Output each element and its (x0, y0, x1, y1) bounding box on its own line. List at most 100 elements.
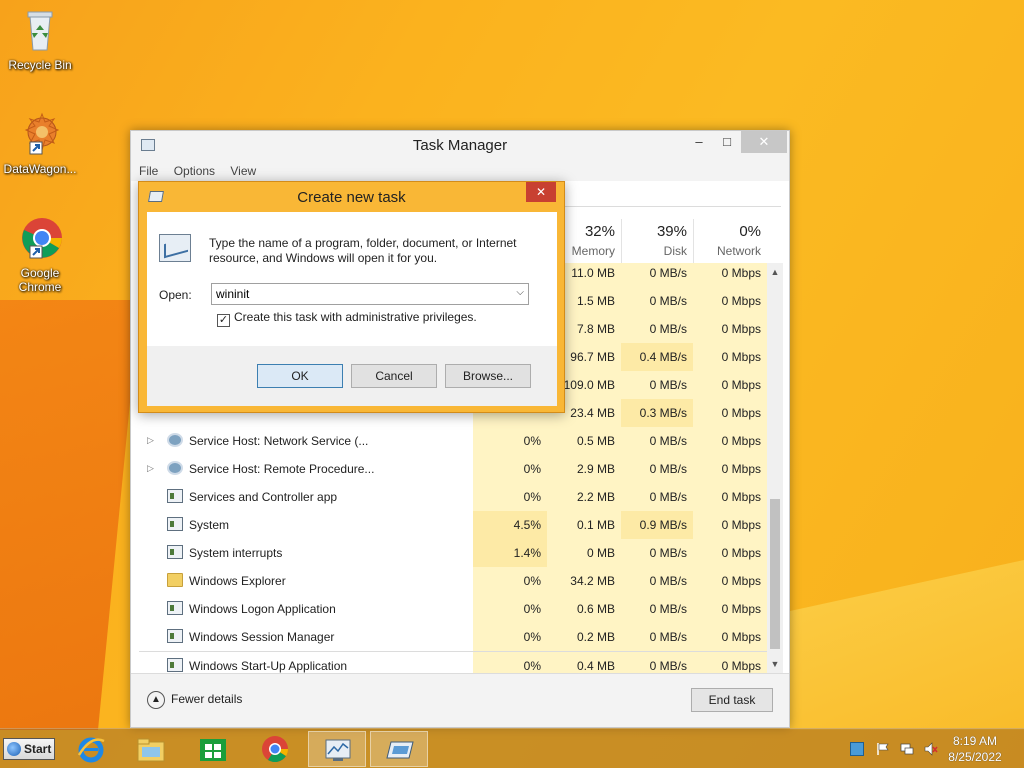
process-name: Service Host: Remote Procedure... (189, 462, 375, 476)
network-cell: 0 Mbps (693, 483, 767, 511)
disk-cell: 0 MB/s (621, 539, 693, 567)
taskbar-file-explorer[interactable] (122, 731, 180, 767)
process-name: Windows Logon Application (189, 602, 336, 616)
network-cell: 0 Mbps (693, 315, 767, 343)
memory-cell: 0 MB (547, 539, 621, 567)
file-explorer-icon (136, 735, 166, 763)
disk-percent: 39% (656, 223, 687, 240)
taskbar-store[interactable] (184, 731, 242, 767)
column-header-network[interactable]: 0% Network (693, 219, 767, 263)
desktop-icon-google-chrome[interactable]: Google Chrome (0, 214, 80, 294)
flag-icon[interactable] (876, 742, 890, 756)
memory-cell: 0.4 MB (547, 652, 621, 673)
disk-cell: 0 MB/s (621, 652, 693, 673)
admin-checkbox-label: Create this task with administrative pri… (234, 310, 477, 324)
proc-icon (167, 489, 183, 503)
desktop-icon-label: DataWagon... (3, 162, 77, 176)
checkbox-checked-icon[interactable]: ✓ (217, 314, 230, 327)
process-name: Windows Explorer (189, 574, 286, 588)
menu-options[interactable]: Options (174, 161, 215, 181)
store-icon (198, 735, 228, 763)
expand-chevron-icon[interactable]: ▷ (147, 435, 154, 446)
process-name: Services and Controller app (189, 490, 338, 504)
cpu-cell: 0% (473, 623, 547, 651)
fewer-details-button[interactable]: ▲ Fewer details (147, 691, 242, 709)
run-dialog-icon (385, 736, 415, 764)
scrollbar-thumb[interactable] (770, 499, 780, 649)
end-task-button[interactable]: End task (691, 688, 773, 712)
network-cell: 0 Mbps (693, 427, 767, 455)
task-manager-titlebar[interactable]: Task Manager – □ ✕ (131, 131, 789, 161)
maximize-button[interactable]: □ (713, 131, 741, 153)
network-cell: 0 Mbps (693, 623, 767, 651)
process-row[interactable]: Windows Logon Application 0% 0.6 MB 0 MB/s 0… (139, 595, 769, 623)
process-row[interactable]: Windows Start-Up Application 0% 0.4 MB 0 MB… (139, 651, 769, 673)
process-row[interactable]: Services and Controller app 0% 2.2 MB 0 MB/… (139, 483, 769, 511)
task-manager-icon (159, 234, 191, 262)
process-name: System (189, 518, 230, 532)
ok-button[interactable]: OK (257, 364, 343, 388)
network-cell: 0 Mbps (693, 539, 767, 567)
taskbar-chrome[interactable] (246, 731, 304, 767)
clock[interactable]: 8:19 AM 8/25/2022 (940, 733, 1010, 765)
disk-cell: 0 MB/s (621, 315, 693, 343)
chrome-icon (16, 214, 64, 262)
action-center-icon[interactable] (850, 742, 864, 756)
proc-icon (167, 517, 183, 531)
open-input[interactable] (212, 284, 502, 304)
memory-cell: 34.2 MB (547, 567, 621, 595)
browse-button[interactable]: Browse... (445, 364, 531, 388)
desktop-icon-datawagon[interactable]: DataWagon... (0, 110, 80, 176)
process-row[interactable]: ▷ Service Host: Remote Procedure... 0% 2.9 … (139, 455, 769, 483)
desktop-icon-recycle-bin[interactable]: Recycle Bin (0, 6, 80, 72)
dialog-titlebar[interactable]: Create new task ✕ (139, 182, 564, 212)
column-header-disk[interactable]: 39% Disk (621, 219, 693, 263)
taskbar: Start 8:19 AM 8/25/2022 (0, 728, 1024, 768)
taskbar-internet-explorer[interactable] (62, 731, 120, 767)
chevron-up-icon: ▲ (147, 691, 165, 709)
taskbar-run-dialog[interactable] (370, 731, 428, 767)
proc-icon (167, 545, 183, 559)
gear-icon (167, 433, 183, 447)
menu-file[interactable]: File (139, 161, 158, 181)
memory-cell: 2.2 MB (547, 483, 621, 511)
cancel-button[interactable]: Cancel (351, 364, 437, 388)
proc-icon (167, 601, 183, 615)
scroll-down-icon[interactable]: ▼ (767, 657, 783, 671)
minimize-button[interactable]: – (685, 131, 713, 153)
scroll-up-icon[interactable]: ▲ (767, 265, 783, 279)
disk-label: Disk (663, 244, 687, 258)
expand-chevron-icon[interactable]: ▷ (147, 463, 154, 474)
desktop-icon-label: Google Chrome (18, 266, 62, 294)
memory-cell: 0.5 MB (547, 427, 621, 455)
process-row[interactable]: ▷ Service Host: Network Service (... 0% 0.5… (139, 427, 769, 455)
start-button[interactable]: Start (3, 738, 55, 760)
process-row[interactable]: System interrupts 1.4% 0 MB 0 MB/s 0 Mbps (139, 539, 769, 567)
dialog-body: Type the name of a program, folder, docu… (147, 212, 557, 406)
datawagon-icon (16, 110, 64, 158)
network-cell: 0 Mbps (693, 652, 767, 673)
open-combobox[interactable]: ⌵ (211, 283, 529, 305)
taskbar-task-manager[interactable] (308, 731, 366, 767)
process-row[interactable]: System 4.5% 0.1 MB 0.9 MB/s 0 Mbps (139, 511, 769, 539)
admin-privileges-checkbox[interactable]: ✓ Create this task with administrative pr… (217, 310, 477, 327)
volume-muted-icon[interactable] (924, 742, 938, 756)
network-label: Network (716, 244, 761, 258)
fewer-details-label: Fewer details (171, 692, 243, 707)
process-row[interactable]: Windows Session Manager 0% 0.2 MB 0 MB/s 0 M… (139, 623, 769, 651)
recycle-bin-icon (16, 6, 64, 54)
process-row[interactable]: Windows Explorer 0% 34.2 MB 0 MB/s 0 Mbps (139, 567, 769, 595)
start-label: Start (24, 742, 52, 756)
dialog-close-button[interactable]: ✕ (526, 182, 556, 202)
close-button[interactable]: ✕ (741, 131, 787, 153)
vertical-scrollbar[interactable]: ▲ ▼ (767, 263, 783, 673)
cpu-cell: 0% (473, 455, 547, 483)
folder-icon (167, 573, 183, 587)
disk-cell: 0 MB/s (621, 623, 693, 651)
network-icon[interactable] (900, 742, 914, 756)
cpu-cell: 0% (473, 483, 547, 511)
chevron-down-icon[interactable]: ⌵ (516, 287, 524, 298)
open-label: Open: (159, 288, 192, 302)
menu-view[interactable]: View (230, 161, 256, 181)
network-cell: 0 Mbps (693, 595, 767, 623)
